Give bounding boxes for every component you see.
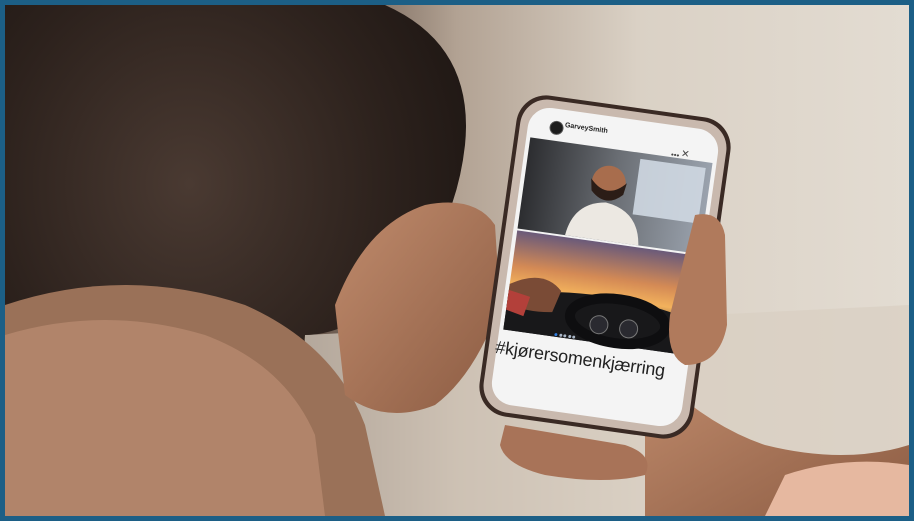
image-frame: GarveySmith ••• ✕ #kjørersomenkjærring bbox=[0, 0, 914, 521]
photo-scene bbox=[5, 5, 909, 516]
